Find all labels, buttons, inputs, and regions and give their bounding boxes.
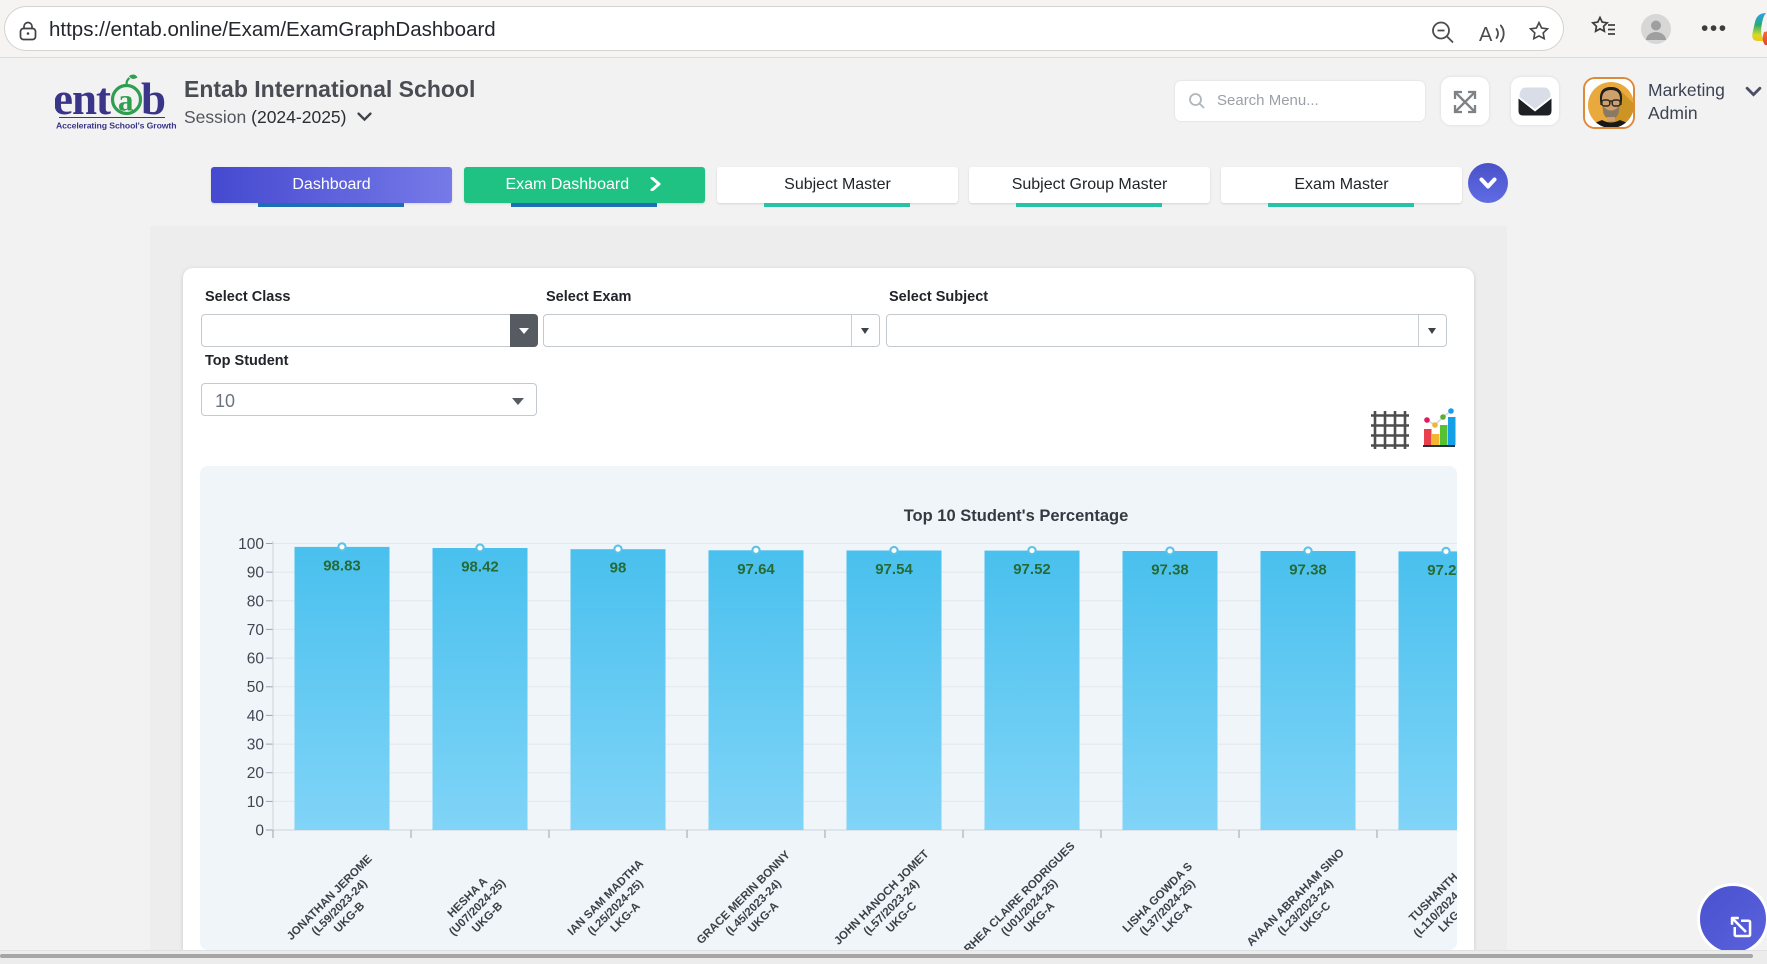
svg-text:A: A	[1479, 24, 1493, 46]
svg-text:Top 10 Student's Percentage: Top 10 Student's Percentage	[904, 507, 1129, 525]
svg-text:GRACE MERIN BONNY: GRACE MERIN BONNY	[695, 849, 793, 947]
svg-text:RHEA CLAIRE RODRIGUES: RHEA CLAIRE RODRIGUES	[962, 840, 1077, 950]
svg-text:97.64: 97.64	[737, 561, 775, 578]
svg-text:20: 20	[247, 765, 265, 782]
svg-text:JONATHAN JEROME: JONATHAN JEROME	[285, 853, 375, 943]
svg-text:a: a	[118, 83, 134, 118]
svg-text:98.42: 98.42	[461, 559, 499, 576]
svg-text:10: 10	[247, 794, 265, 811]
svg-text:97.54: 97.54	[875, 561, 913, 578]
svg-text:Accelerating School's Growth: Accelerating School's Growth	[56, 121, 176, 131]
svg-text:JOHN HANOCH JOMET: JOHN HANOCH JOMET	[832, 848, 931, 947]
svg-text:ent: ent	[55, 74, 111, 124]
svg-text:70: 70	[247, 622, 265, 639]
svg-text:AYAAN ABRAHAM SINO: AYAAN ABRAHAM SINO	[1245, 847, 1347, 949]
svg-text:97.38: 97.38	[1151, 562, 1189, 579]
svg-text:98: 98	[610, 560, 627, 577]
svg-text:97.52: 97.52	[1013, 561, 1051, 578]
svg-text:80: 80	[247, 593, 265, 610]
svg-text:b: b	[141, 74, 166, 124]
svg-text:40: 40	[247, 708, 265, 725]
svg-text:98.83: 98.83	[323, 557, 361, 574]
svg-text:30: 30	[247, 737, 265, 754]
svg-text:100: 100	[238, 536, 264, 553]
svg-text:90: 90	[247, 565, 265, 582]
svg-text:60: 60	[247, 651, 265, 668]
svg-text:50: 50	[247, 679, 265, 696]
svg-text:0: 0	[255, 823, 264, 840]
svg-text:97.38: 97.38	[1289, 562, 1327, 579]
svg-text:97.24: 97.24	[1427, 562, 1457, 579]
